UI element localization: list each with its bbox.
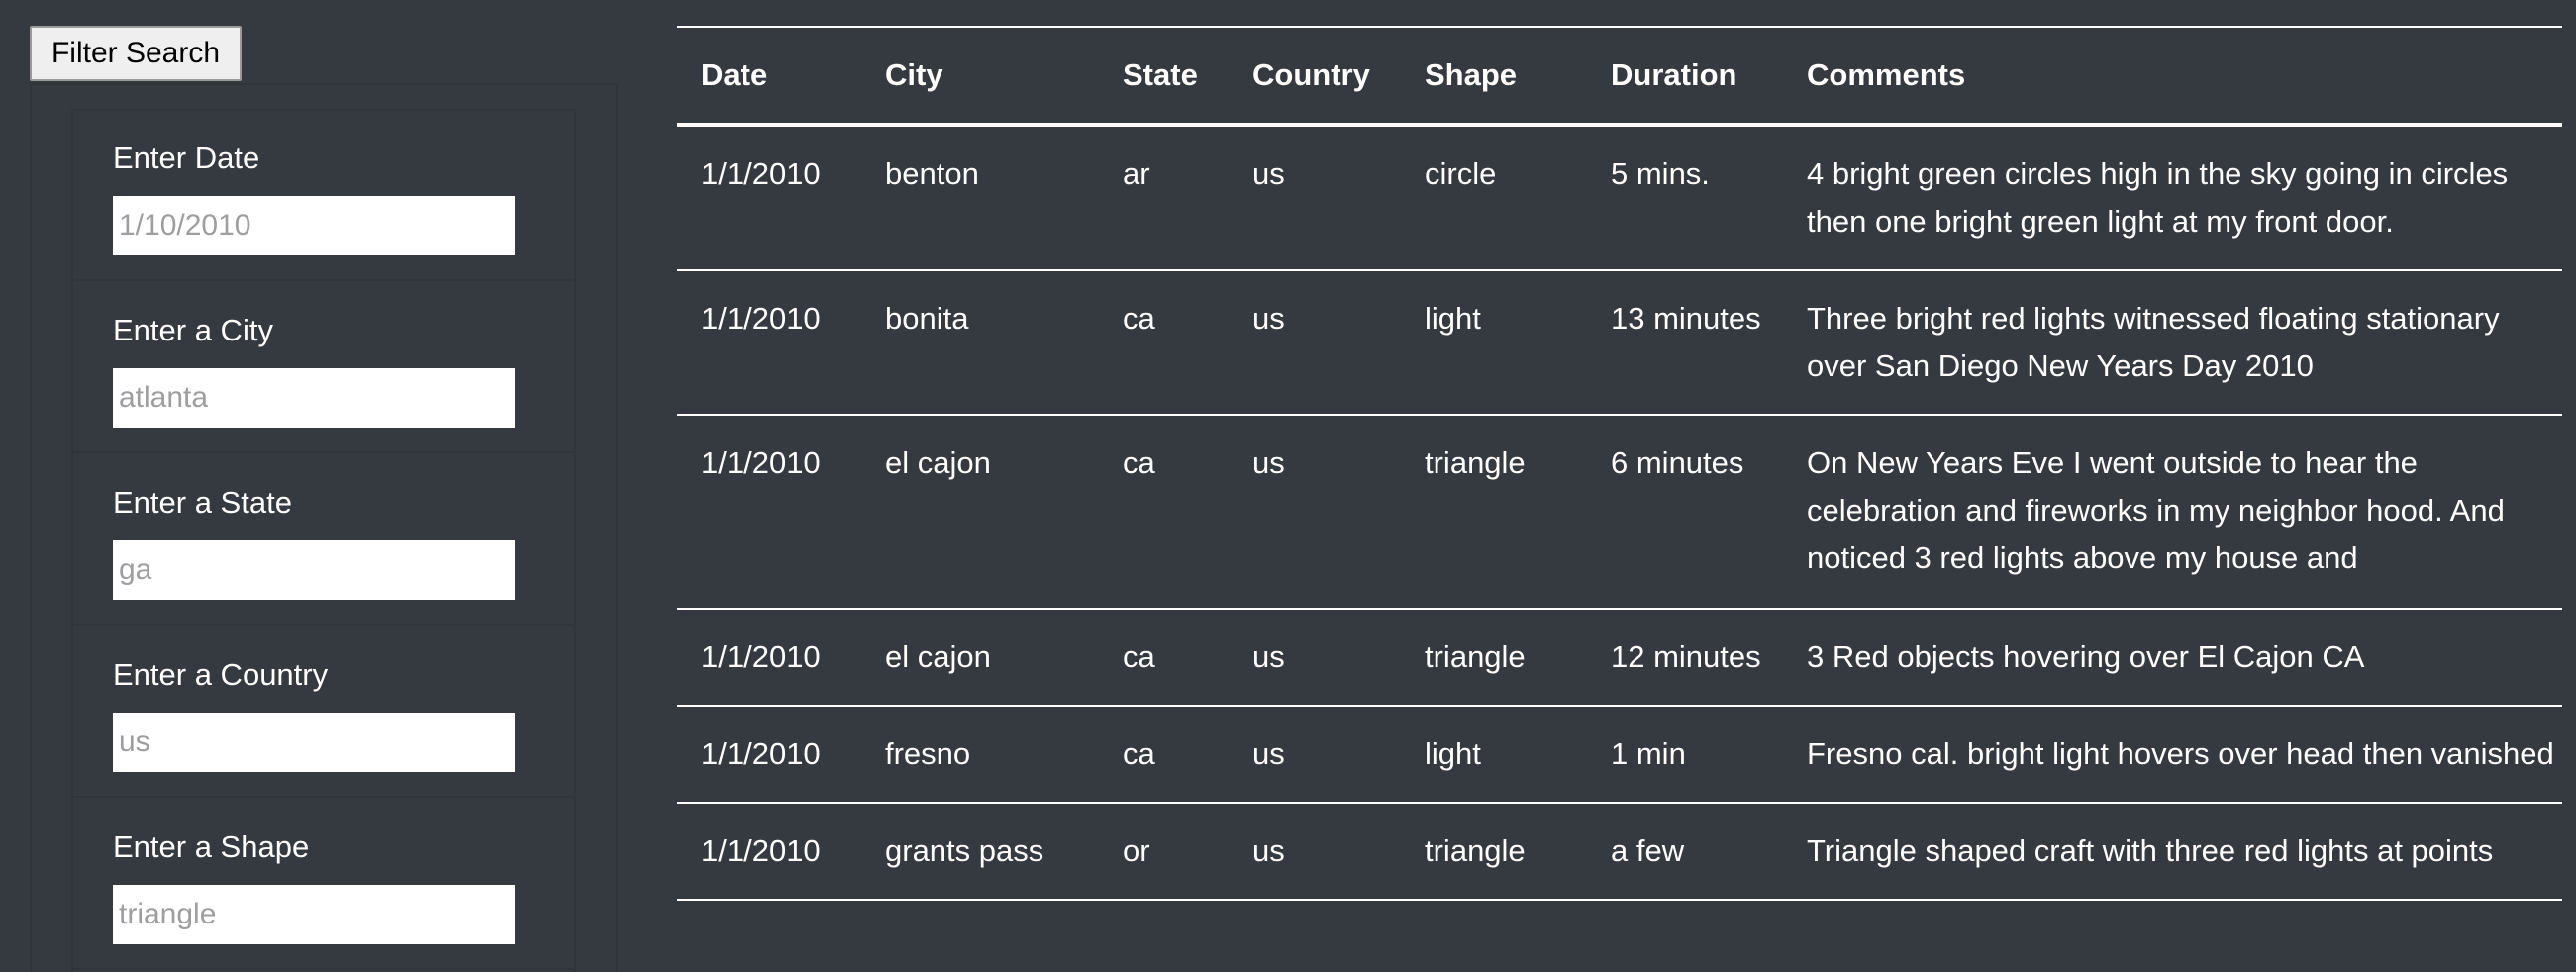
column-header-state: State	[1099, 26, 1229, 127]
date-cell: 1/1/2010	[677, 270, 861, 416]
country-filter-label: Enter a Country	[113, 657, 329, 692]
shape-cell: light	[1401, 706, 1587, 804]
date-cell: 1/1/2010	[677, 609, 861, 707]
comments-text: On New Years Eve I went outside to hear …	[1807, 445, 2505, 575]
shape-cell: triangle	[1401, 609, 1587, 707]
filter-search-button[interactable]: Filter Search	[30, 26, 242, 81]
date-cell: 1/1/2010	[677, 125, 861, 271]
column-header-city: City	[861, 26, 1099, 127]
column-header-shape: Shape	[1401, 26, 1587, 127]
country-cell: us	[1229, 609, 1401, 707]
city-filter-label: Enter a City	[113, 313, 273, 347]
column-header-date: Date	[677, 26, 861, 127]
country-input[interactable]	[113, 713, 515, 772]
country-cell: us	[1229, 270, 1401, 416]
date-filter: Enter Date	[71, 109, 576, 281]
table-row: 1/1/2010 fresno ca us light 1 min Fresno…	[677, 706, 2562, 804]
state-cell: ca	[1099, 415, 1229, 610]
ufo-sightings-page: Filter Search Enter Date Enter a City En…	[0, 0, 2576, 972]
city-input[interactable]	[113, 368, 515, 428]
state-filter: Enter a State	[71, 453, 576, 626]
state-cell: ar	[1099, 125, 1229, 271]
column-header-comments: Comments	[1783, 26, 2562, 127]
duration-cell: 12 minutes	[1587, 609, 1783, 707]
country-cell: us	[1229, 125, 1401, 271]
country-filter: Enter a Country	[71, 626, 576, 798]
city-cell: el cajon	[861, 415, 1099, 610]
comments-cell: Fresno cal. bright light hovers over hea…	[1783, 706, 2562, 804]
date-cell: 1/1/2010	[677, 706, 861, 804]
comments-cell: 3 Red objects hovering over El Cajon CA	[1783, 609, 2562, 707]
city-filter: Enter a City	[71, 281, 576, 453]
duration-cell: 5 mins.	[1587, 125, 1783, 271]
table-row: 1/1/2010 el cajon ca us triangle 12 minu…	[677, 609, 2562, 707]
duration-cell: 1 min	[1587, 706, 1783, 804]
country-cell: us	[1229, 415, 1401, 610]
date-input[interactable]	[113, 196, 515, 255]
state-cell: ca	[1099, 706, 1229, 804]
date-cell: 1/1/2010	[677, 415, 861, 610]
table-header-row: Date City State Country Shape Duration C…	[677, 26, 2562, 127]
city-cell: grants pass	[861, 803, 1099, 901]
shape-input[interactable]	[113, 885, 515, 944]
table-row: 1/1/2010 benton ar us circle 5 mins. 4 b…	[677, 125, 2562, 271]
state-input[interactable]	[113, 540, 515, 600]
country-cell: us	[1229, 803, 1401, 901]
sightings-table-container[interactable]: Date City State Country Shape Duration C…	[677, 26, 2562, 972]
date-filter-label: Enter Date	[113, 141, 260, 175]
column-header-duration: Duration	[1587, 26, 1783, 127]
table-row: 1/1/2010 grants pass or us triangle a fe…	[677, 803, 2562, 901]
state-cell: ca	[1099, 270, 1229, 416]
comments-cell: On New Years Eve I went outside to hear …	[1783, 415, 2562, 610]
city-cell: fresno	[861, 706, 1099, 804]
duration-cell: 6 minutes	[1587, 415, 1783, 610]
table-row: 1/1/2010 bonita ca us light 13 minutes T…	[677, 270, 2562, 416]
state-filter-label: Enter a State	[113, 485, 292, 520]
country-cell: us	[1229, 706, 1401, 804]
sightings-table: Date City State Country Shape Duration C…	[677, 26, 2562, 901]
shape-cell: light	[1401, 270, 1587, 416]
date-cell: 1/1/2010	[677, 803, 861, 901]
comments-cell: Triangle shaped craft with three red lig…	[1783, 803, 2562, 901]
comments-cell: Three bright red lights witnessed floati…	[1783, 270, 2562, 416]
shape-cell: circle	[1401, 125, 1587, 271]
comments-cell: 4 bright green circles high in the sky g…	[1783, 125, 2562, 271]
table-row: 1/1/2010 el cajon ca us triangle 6 minut…	[677, 415, 2562, 610]
duration-cell: 13 minutes	[1587, 270, 1783, 416]
city-cell: benton	[861, 125, 1099, 271]
shape-cell: triangle	[1401, 415, 1587, 610]
shape-cell: triangle	[1401, 803, 1587, 901]
shape-filter: Enter a Shape	[71, 798, 576, 970]
shape-filter-label: Enter a Shape	[113, 829, 310, 864]
duration-cell: a few	[1587, 803, 1783, 901]
state-cell: or	[1099, 803, 1229, 901]
city-cell: bonita	[861, 270, 1099, 416]
state-cell: ca	[1099, 609, 1229, 707]
column-header-country: Country	[1229, 26, 1401, 127]
city-cell: el cajon	[861, 609, 1099, 707]
